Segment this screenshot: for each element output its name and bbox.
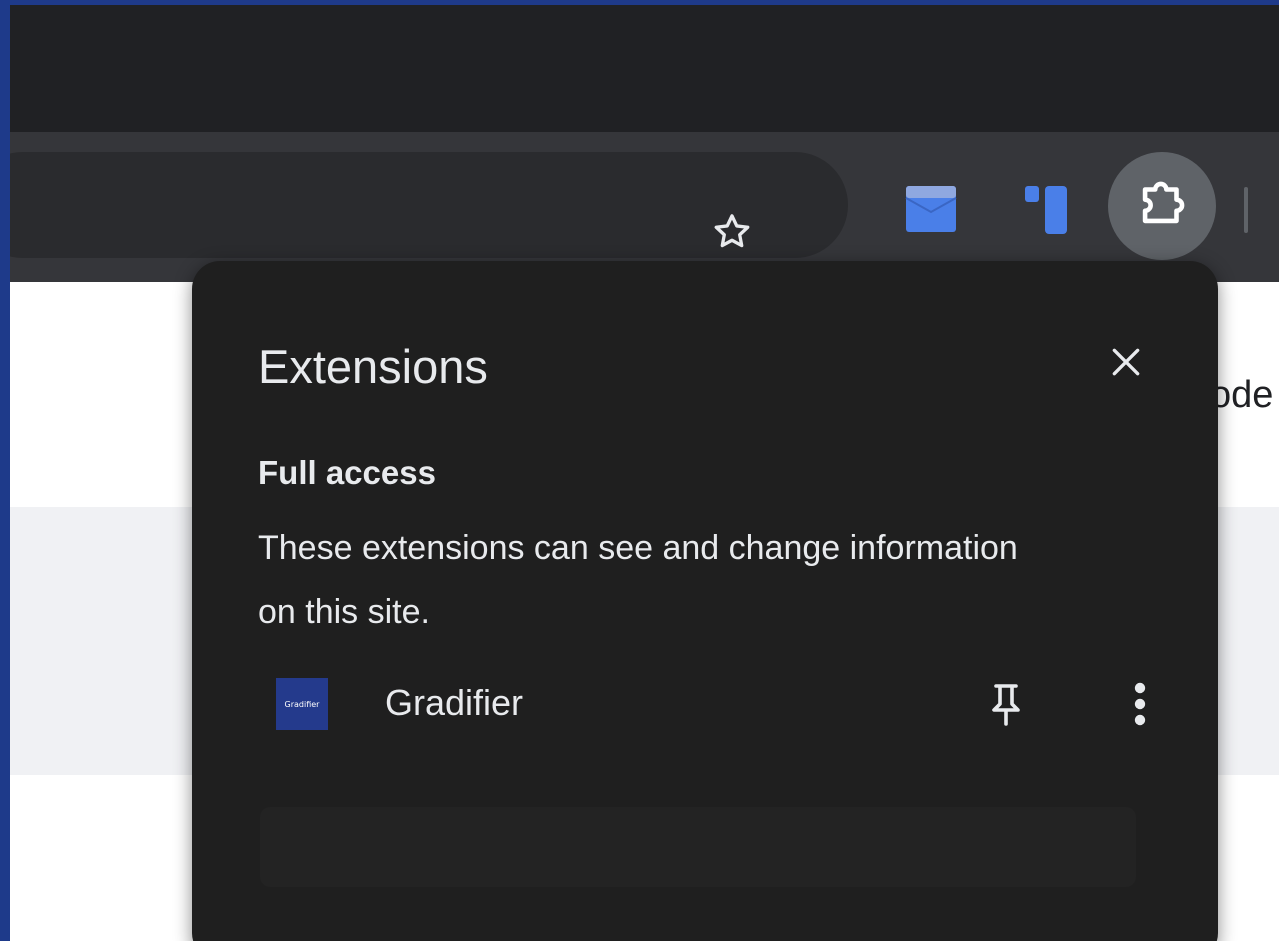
extension-row-gradifier[interactable]: Gradifier Gradifier [258, 664, 1146, 744]
close-button[interactable] [1096, 334, 1156, 394]
extension-name: Gradifier [385, 682, 524, 723]
browser-toolbar [10, 132, 1279, 282]
section-description: These extensions can see and change info… [258, 529, 1018, 631]
more-vert-icon [1132, 680, 1148, 733]
star-icon[interactable] [704, 204, 760, 260]
extensions-button[interactable] [1108, 152, 1216, 260]
pin-icon [986, 680, 1026, 733]
popup-title: Extensions [258, 340, 488, 393]
gradifier-logo-text: Gradifier [284, 699, 320, 709]
toolbar-divider [1244, 187, 1248, 233]
popup-footer [260, 807, 1136, 887]
address-bar[interactable] [10, 152, 848, 258]
pin-button[interactable] [976, 676, 1036, 736]
extensions-popup: Extensions Full access These extensions … [192, 261, 1218, 941]
page-text-partial: ode [1210, 374, 1274, 416]
calendar-extension-icon[interactable] [900, 178, 962, 240]
more-options-button[interactable] [1118, 676, 1162, 736]
browser-window: ode Extensions Full access These extensi… [10, 5, 1279, 941]
tab-strip [10, 5, 1279, 132]
close-icon [1106, 342, 1146, 387]
puzzle-icon [1133, 175, 1191, 238]
gradifier-logo: Gradifier [276, 678, 328, 730]
tab-manager-extension-icon[interactable] [1015, 178, 1077, 240]
section-heading: Full access [258, 454, 436, 491]
